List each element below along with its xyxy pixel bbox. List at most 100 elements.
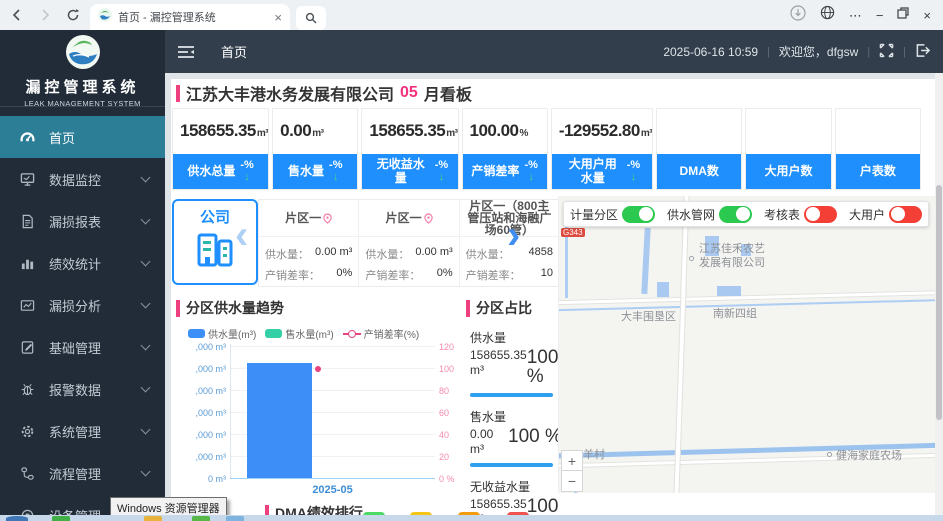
sidebar-item-leak-analysis[interactable]: 漏损分析 [0, 284, 165, 326]
scrollbar-thumb[interactable] [936, 185, 942, 420]
sidebar-item-performance-stats[interactable]: 绩效统计 [0, 242, 165, 284]
ratio-panel: 分区占比 供水量 158655.35 m³100 % 售水量 0.00 m³10… [464, 292, 558, 521]
back-icon[interactable] [6, 4, 28, 26]
kpi-label: 无收益水量 [372, 158, 430, 186]
close-tab-icon[interactable]: × [274, 11, 282, 24]
kpi-label: 产销差率 [471, 165, 519, 179]
taskbar[interactable] [0, 515, 943, 521]
legend-sold[interactable]: 售水量(m³) [265, 326, 333, 341]
toggle-metering-zone[interactable] [622, 206, 655, 223]
zoom-in-button[interactable]: + [561, 450, 583, 471]
taskbar-app-icon[interactable] [192, 516, 210, 521]
zoom-out-button[interactable]: − [561, 471, 583, 492]
chevron-down-icon [141, 425, 151, 435]
kpi-label: 大用户用水量 [564, 158, 622, 186]
map-pond [657, 282, 669, 297]
bug-icon [20, 382, 35, 397]
sidebar-item-alarm-data[interactable]: 报警数据 [0, 368, 165, 410]
kpi-card-nrw-rate: 100.00% 产销差率-%↓ [462, 108, 548, 190]
board-title: 江苏大丰港水务发展有限公司 05 月看板 [176, 81, 472, 105]
breadcrumb[interactable]: 首页 [221, 42, 247, 61]
toggle-assessment-meter[interactable] [804, 206, 837, 223]
carousel-next-icon[interactable]: › [507, 215, 520, 255]
layer-large-user: 大用户 [849, 206, 922, 223]
district-stats: 供水量：0.00 m³ 产销差率：0% [359, 237, 458, 283]
divider: | [867, 46, 870, 58]
download-icon[interactable] [790, 5, 806, 26]
supply-bar[interactable] [247, 363, 312, 478]
ratio-item-supply: 供水量 158655.35 m³100 % [470, 329, 555, 397]
edit-notebook-icon [20, 340, 35, 355]
fullscreen-icon[interactable] [879, 43, 894, 61]
logout-icon[interactable] [915, 43, 931, 61]
kpi-delta-value: -% [627, 160, 640, 172]
stat-label: 产销差率： [466, 267, 521, 283]
map-marker[interactable] [827, 452, 832, 457]
y-axis-tick: ,000 m³ [172, 386, 226, 396]
map-pin-icon [323, 213, 332, 224]
carousel-prev-icon[interactable]: ‹ [235, 215, 248, 255]
start-button[interactable] [6, 516, 28, 521]
district-panel[interactable]: 片区一 供水量：0.00 m³ 产销差率：0% [359, 200, 459, 286]
forward-icon[interactable] [34, 4, 56, 26]
arrow-down-icon: ↓ [528, 172, 534, 184]
kpi-label-bar[interactable]: DMA数 [657, 154, 741, 189]
sidebar-item-home[interactable]: 首页 [0, 116, 165, 158]
ratio-item-sold: 售水量 0.00 m³100 % [470, 408, 555, 467]
map-pond [717, 286, 741, 296]
kpi-label-bar[interactable]: 大用户数 [746, 154, 830, 189]
kpi-label-bar[interactable]: 供水总量-%↓ [173, 154, 268, 189]
map-zoom-controls: + − [561, 450, 583, 492]
scrollbar[interactable] [935, 73, 943, 521]
ratio-progress-bar [470, 393, 553, 397]
toggle-large-user[interactable] [889, 206, 922, 223]
chart-legend: 供水量(m³) 售水量(m³) 产销差率(%) [188, 326, 419, 341]
map-label-farm: 健海家庭农场 [836, 447, 902, 463]
refresh-icon[interactable] [62, 4, 84, 26]
collapse-menu-icon[interactable] [177, 45, 195, 59]
map-panel[interactable]: 计量分区 供水管网 考核表 大用户 G343 江苏佳禾农艺 发展有限公司 大丰围… [558, 196, 935, 493]
toggle-label: 大用户 [849, 206, 885, 223]
kpi-label: 户表数 [860, 165, 896, 179]
taskbar-app-icon[interactable] [52, 516, 70, 521]
search-icon[interactable] [296, 6, 326, 30]
kpi-label-bar[interactable]: 大用户用水量-%↓ [552, 154, 652, 189]
sidebar-item-system-management[interactable]: 系统管理 [0, 410, 165, 452]
legend-rate[interactable]: 产销差率(%) [343, 326, 420, 341]
minimize-button[interactable]: − [876, 9, 884, 22]
toggle-label: 考核表 [764, 206, 800, 223]
kpi-label-bar[interactable]: 产销差率-%↓ [463, 154, 547, 189]
kpi-label-bar[interactable]: 无收益水量-%↓ [362, 154, 457, 189]
sidebar-item-basic-management[interactable]: 基础管理 [0, 326, 165, 368]
district-name: 片区一 [285, 212, 321, 224]
browser-tab[interactable]: 首页 - 漏控管理系统 × [90, 4, 290, 30]
sidebar-item-leak-report[interactable]: 漏损报表 [0, 200, 165, 242]
system-subtitle: LEAK MANAGEMENT SYSTEM [0, 99, 165, 108]
sidebar-item-data-monitor[interactable]: 数据监控 [0, 158, 165, 200]
legend-supply[interactable]: 供水量(m³) [188, 326, 256, 341]
stat-value: 4858 [529, 246, 553, 262]
taskbar-app-icon[interactable] [144, 516, 162, 521]
taskbar-app-icon[interactable] [226, 516, 244, 521]
close-button[interactable]: × [923, 9, 931, 22]
rate-point[interactable] [315, 366, 321, 372]
restore-button[interactable] [897, 6, 909, 24]
kpi-card-non-revenue: 158655.35m³ 无收益水量-%↓ [361, 108, 458, 190]
ratio-progress-bar [470, 463, 553, 467]
more-icon[interactable]: ⋯ [849, 9, 862, 22]
kpi-label-bar[interactable]: 售水量-%↓ [273, 154, 357, 189]
globe-icon[interactable] [820, 5, 835, 25]
logo-icon [65, 57, 101, 74]
x-axis-line [230, 478, 435, 479]
analysis-chart-icon [20, 298, 35, 313]
toggle-pipe-network[interactable] [719, 206, 752, 223]
kpi-label-bar[interactable]: 户表数 [836, 154, 920, 189]
district-panel[interactable]: 片区一 供水量：0.00 m³ 产销差率：0% [259, 200, 359, 286]
legend-label: 供水量(m³) [208, 326, 256, 341]
road-number-badge: G343 [561, 228, 585, 237]
district-title: 片区一 [359, 200, 458, 237]
map-marker[interactable] [689, 256, 694, 261]
sidebar-item-process-management[interactable]: 流程管理 [0, 452, 165, 494]
chevron-down-icon [141, 257, 151, 267]
y-axis-tick: ,000 m³ [172, 364, 226, 374]
